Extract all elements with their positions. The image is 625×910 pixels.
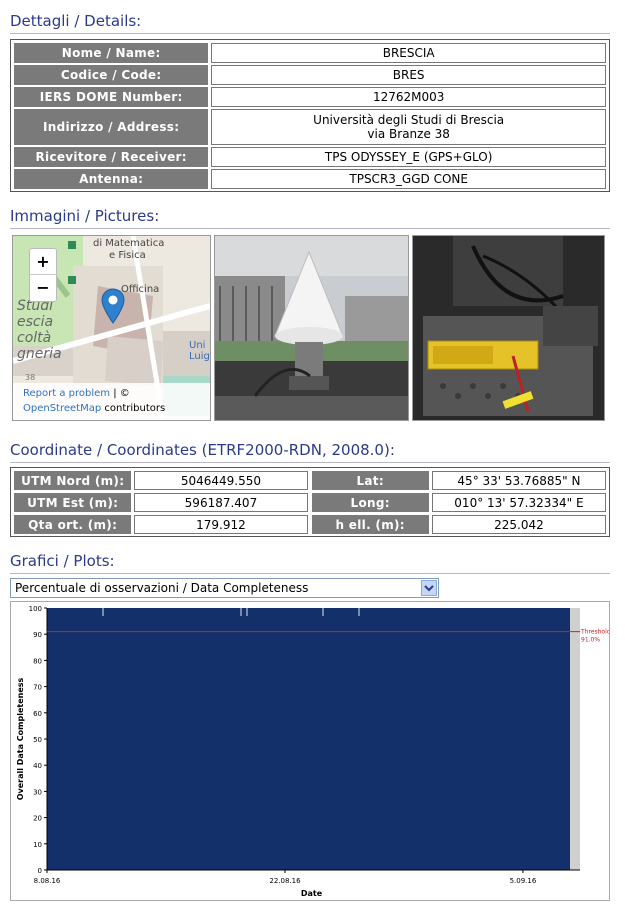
coord-value: 225.042: [431, 515, 606, 534]
table-row: Qta ort. (m): 179.912 h ell. (m): 225.04…: [14, 515, 606, 534]
coord-label: UTM Est (m):: [14, 493, 132, 512]
threshold-value-label: 91.0%: [581, 637, 600, 644]
details-divider: [10, 33, 610, 34]
y-tick-label: 50: [33, 736, 42, 744]
row-value: 12762M003: [211, 87, 606, 107]
station-map[interactable]: di Matematica e Fisica Officina Studi es…: [12, 235, 211, 421]
coord-value: 179.912: [134, 515, 308, 534]
receiver-photo: [412, 235, 605, 421]
map-label: coltà: [17, 330, 52, 346]
y-tick-label: 90: [33, 631, 42, 639]
map-attribution: Report a problem | © OpenStreetMap contr…: [13, 383, 210, 420]
details-table: Nome / Name: BRESCIA Codice / Code: BRES…: [10, 39, 610, 192]
x-tick-label: 8.08.16: [34, 877, 61, 885]
row-value: TPSCR3_GGD CONE: [211, 169, 606, 189]
row-value: BRESCIA: [211, 43, 606, 63]
coord-label: Long:: [311, 493, 429, 512]
plots-title: Grafici / Plots:: [10, 552, 115, 570]
x-axis-label: Date: [301, 889, 323, 898]
coord-label: Lat:: [311, 471, 429, 490]
row-label: Ricevitore / Receiver:: [14, 147, 209, 167]
row-label: Indirizzo / Address:: [14, 109, 209, 145]
zoom-control: + −: [29, 248, 57, 302]
table-row: Codice / Code: BRES: [14, 65, 606, 85]
row-value: TPS ODYSSEY_E (GPS+GLO): [211, 147, 606, 167]
x-tick-label: 22.08.16: [269, 877, 301, 885]
map-label: di Matematica: [93, 238, 165, 249]
data-gap-area: [570, 608, 580, 870]
zoom-in-button[interactable]: +: [30, 249, 56, 275]
pictures-divider: [10, 228, 610, 229]
chevron-down-icon[interactable]: [421, 580, 437, 596]
coord-label: Qta ort. (m):: [14, 515, 132, 534]
address-line-1: Università degli Studi di Brescia: [313, 113, 505, 127]
y-axis-label: Overall Data Completeness: [16, 677, 25, 800]
table-row: Indirizzo / Address: Università degli St…: [14, 109, 606, 145]
y-tick-label: 60: [33, 710, 42, 718]
y-tick-label: 30: [33, 788, 42, 796]
antenna-photo-image: [215, 236, 408, 420]
y-tick-label: 0: [38, 867, 42, 875]
address-line-2: via Branze 38: [367, 127, 450, 141]
table-row: Nome / Name: BRESCIA: [14, 43, 606, 63]
completeness-area: [47, 608, 570, 870]
map-label: Luig: [189, 351, 210, 362]
zoom-out-button[interactable]: −: [30, 275, 56, 300]
map-label: Uni: [189, 340, 206, 351]
coordinates-divider: [10, 462, 610, 463]
y-tick-label: 20: [33, 815, 42, 823]
coord-value: 45° 33' 53.76885" N: [431, 471, 606, 490]
data-completeness-plot: 0 10 20 30 40 50 60 70 80 90 100 8.08.16 22.08.16 5.0…: [10, 601, 611, 901]
y-tick-label: 80: [33, 657, 42, 665]
pictures-title: Immagini / Pictures:: [10, 207, 160, 225]
map-label: 38: [25, 373, 36, 382]
map-label: Officina: [121, 284, 160, 295]
map-label: gneria: [17, 346, 62, 362]
antenna-photo: [214, 235, 409, 421]
row-value: Università degli Studi di Brescia via Br…: [211, 109, 606, 145]
row-label: Nome / Name:: [14, 43, 209, 63]
table-row: UTM Est (m): 596187.407 Long: 010° 13' 5…: [14, 493, 606, 512]
receiver-photo-image: [413, 236, 604, 420]
map-marker-icon[interactable]: [101, 288, 125, 324]
coordinates-table: UTM Nord (m): 5046449.550 Lat: 45° 33' 5…: [10, 467, 610, 537]
coord-value: 010° 13' 57.32334" E: [431, 493, 606, 512]
coordinates-title: Coordinate / Coordinates (ETRF2000-RDN, …: [10, 441, 395, 459]
map-label: escia: [17, 314, 54, 330]
table-row: UTM Nord (m): 5046449.550 Lat: 45° 33' 5…: [14, 471, 606, 490]
row-label: Codice / Code:: [14, 65, 209, 85]
row-value: BRES: [211, 65, 606, 85]
attribution-contributors: contributors: [104, 403, 166, 414]
table-row: IERS DOME Number: 12762M003: [14, 87, 606, 107]
row-label: IERS DOME Number:: [14, 87, 209, 107]
map-label: e Fisica: [109, 250, 146, 261]
coord-label: UTM Nord (m):: [14, 471, 132, 490]
plot-type-value: Percentuale di osservazioni / Data Compl…: [15, 581, 309, 595]
coord-value: 596187.407: [134, 493, 308, 512]
table-row: Ricevitore / Receiver: TPS ODYSSEY_E (GP…: [14, 147, 606, 167]
y-tick-label: 40: [33, 762, 42, 770]
coord-label: h ell. (m):: [311, 515, 429, 534]
x-tick-label: 5.09.16: [510, 877, 537, 885]
y-tick-label: 70: [33, 684, 42, 692]
y-tick-label: 100: [29, 605, 42, 613]
report-problem-link[interactable]: Report a problem: [23, 388, 110, 399]
table-row: Antenna: TPSCR3_GGD CONE: [14, 169, 606, 189]
threshold-label: Threshold: [580, 629, 609, 636]
row-label: Antenna:: [14, 169, 209, 189]
osm-link[interactable]: OpenStreetMap: [23, 403, 101, 414]
details-title: Dettagli / Details:: [10, 12, 142, 30]
plot-type-select[interactable]: Percentuale di osservazioni / Data Compl…: [10, 578, 439, 598]
y-tick-label: 10: [33, 841, 42, 849]
coord-value: 5046449.550: [134, 471, 308, 490]
chart-svg: 0 10 20 30 40 50 60 70 80 90 100 8.08.16 22.08.16 5.0…: [16, 605, 611, 898]
attribution-copyright: | ©: [113, 388, 130, 399]
plots-divider: [10, 573, 610, 574]
